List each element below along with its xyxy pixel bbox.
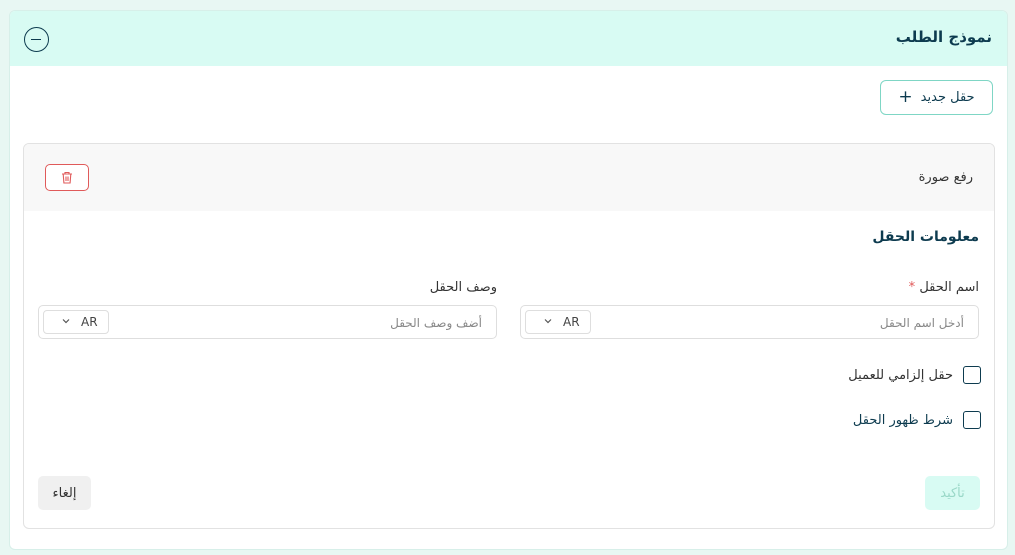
minus-circle-icon[interactable]	[24, 27, 49, 52]
section-title: معلومات الحقل	[872, 229, 979, 245]
field-description-label: وصف الحقل	[429, 280, 497, 295]
field-panel-title: رفع صورة	[918, 170, 973, 185]
chevron-down-icon	[544, 319, 552, 324]
plus-icon: +	[898, 87, 913, 107]
chevron-down-icon	[62, 319, 70, 324]
field-panel-header: رفع صورة	[24, 144, 994, 211]
card-header: نموذج الطلب	[10, 11, 1007, 66]
field-name-lang-select[interactable]: AR	[525, 310, 591, 334]
required-checkbox-row[interactable]: حقل إلزامي للعميل	[848, 366, 981, 384]
visibility-checkbox-label: شرط ظهور الحقل	[852, 412, 953, 428]
visibility-checkbox-row[interactable]: شرط ظهور الحقل	[853, 411, 981, 429]
field-description-input[interactable]: أضف وصف الحقل AR	[38, 305, 497, 339]
field-name-input[interactable]: أدخل اسم الحقل AR	[520, 305, 979, 339]
field-panel: رفع صورة معلومات الحقل اسم الحقل * أدخل …	[23, 143, 995, 529]
visibility-checkbox[interactable]	[963, 411, 981, 429]
confirm-button[interactable]: تأكيد	[925, 476, 980, 510]
field-name-label: اسم الحقل *	[909, 280, 979, 295]
field-name-label-text: اسم الحقل	[919, 280, 979, 295]
delete-field-button[interactable]	[45, 164, 89, 191]
field-description-lang-value: AR	[81, 315, 98, 329]
required-mark: *	[908, 280, 916, 295]
field-name-lang-value: AR	[563, 315, 580, 329]
trash-icon	[62, 171, 72, 184]
new-field-label: حقل جديد	[920, 90, 975, 105]
field-description-lang-select[interactable]: AR	[43, 310, 109, 334]
required-checkbox[interactable]	[963, 366, 981, 384]
field-description-placeholder: أضف وصف الحقل	[390, 316, 482, 330]
card-title: نموذج الطلب	[895, 28, 992, 46]
new-field-button[interactable]: حقل جديد +	[880, 80, 993, 115]
request-form-card: نموذج الطلب حقل جديد + رفع صورة معلومات …	[9, 10, 1008, 550]
required-checkbox-label: حقل إلزامي للعميل	[848, 367, 953, 383]
cancel-button[interactable]: إلغاء	[38, 476, 91, 510]
field-name-placeholder: أدخل اسم الحقل	[879, 316, 964, 330]
